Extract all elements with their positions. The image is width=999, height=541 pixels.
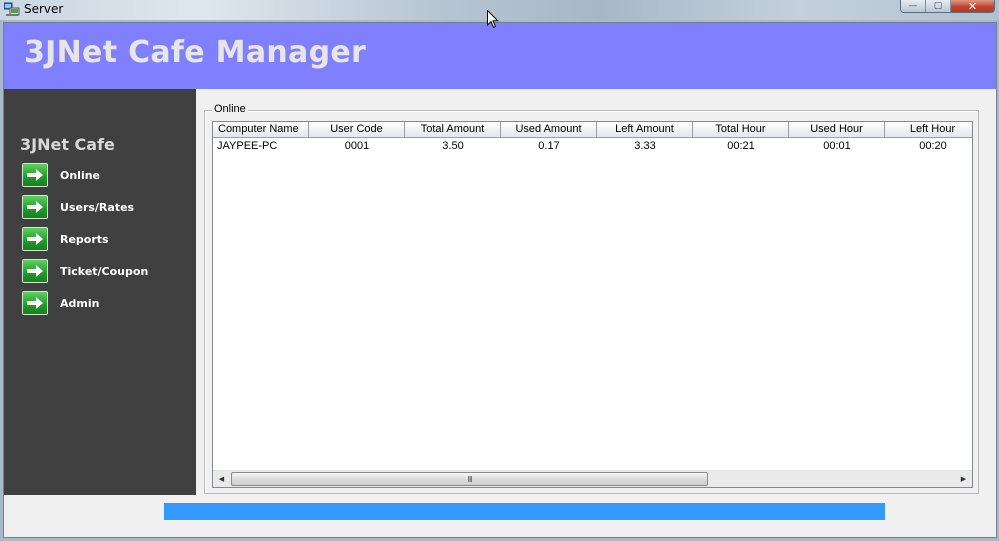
grip-icon: III	[467, 474, 472, 484]
cell-total-hour: 00:21	[727, 140, 755, 152]
minimize-icon: —	[908, 0, 918, 11]
window-titlebar[interactable]: Server — ▢ ✕	[0, 0, 999, 20]
online-sessions-table[interactable]: Computer Name User Code Total Amount Use…	[212, 121, 973, 488]
sidebar-item-label[interactable]: Online	[60, 169, 100, 182]
progress-bar	[164, 503, 885, 520]
sidebar-item-label[interactable]: Ticket/Coupon	[60, 265, 148, 278]
column-header-used-hour[interactable]: Used Hour	[789, 122, 885, 138]
sidebar-title: 3JNet Cafe	[20, 135, 115, 154]
green-arrow-right-icon[interactable]	[22, 291, 48, 315]
column-header-computer-name[interactable]: Computer Name	[213, 122, 309, 138]
cell-used-hour: 00:01	[823, 140, 851, 152]
column-header-total-hour[interactable]: Total Hour	[693, 122, 789, 138]
green-arrow-right-icon[interactable]	[22, 259, 48, 283]
sidebar-item-admin[interactable]: Admin	[22, 290, 99, 316]
scroll-left-arrow-icon: ◀	[218, 475, 225, 483]
window-title: Server	[24, 2, 64, 16]
column-header-user-code[interactable]: User Code	[309, 122, 405, 138]
sidebar: 3JNet Cafe Online Users/Rates Reports Ti…	[4, 89, 196, 495]
window-client-area: 3JNet Cafe Manager 3JNet Cafe Online Use…	[3, 22, 997, 538]
green-arrow-right-icon[interactable]	[22, 163, 48, 187]
table-header: Computer Name User Code Total Amount Use…	[213, 122, 972, 138]
cell-total-amount: 3.50	[442, 140, 464, 152]
cell-used-amount: 0.17	[538, 140, 560, 152]
column-header-left-amount[interactable]: Left Amount	[597, 122, 693, 138]
online-groupbox: Online Computer Name User Code Total Amo…	[204, 103, 979, 494]
app-header: 3JNet Cafe Manager	[4, 23, 996, 89]
sidebar-item-label[interactable]: Reports	[60, 233, 109, 246]
sidebar-item-ticket-coupon[interactable]: Ticket/Coupon	[22, 258, 148, 284]
app-title: 3JNet Cafe Manager	[24, 35, 367, 70]
column-header-left-hour[interactable]: Left Hour	[885, 122, 972, 138]
close-icon: ✕	[967, 0, 978, 13]
minimize-button[interactable]: —	[901, 0, 926, 12]
sidebar-item-label[interactable]: Admin	[60, 297, 99, 310]
scroll-right-button[interactable]: ▶	[955, 471, 972, 487]
scrollbar-thumb[interactable]: III	[231, 472, 708, 486]
mouse-cursor-icon	[487, 9, 500, 30]
cell-computer-name: JAYPEE-PC	[217, 140, 278, 152]
groupbox-label: Online	[212, 103, 248, 115]
cell-left-amount: 3.33	[634, 140, 656, 152]
scroll-left-button[interactable]: ◀	[213, 471, 230, 487]
close-button[interactable]: ✕	[951, 0, 994, 12]
progress-fill	[164, 503, 885, 520]
table-row[interactable]: JAYPEE-PC 0001 3.50 0.17 3.33 00:21 00:0…	[213, 138, 972, 154]
server-computer-icon	[3, 2, 20, 17]
scroll-right-arrow-icon: ▶	[960, 475, 967, 483]
sidebar-item-users-rates[interactable]: Users/Rates	[22, 194, 134, 220]
maximize-button[interactable]: ▢	[926, 0, 951, 12]
green-arrow-right-icon[interactable]	[22, 195, 48, 219]
sidebar-item-online[interactable]: Online	[22, 162, 100, 188]
window-controls: — ▢ ✕	[900, 0, 995, 13]
green-arrow-right-icon[interactable]	[22, 227, 48, 251]
maximize-icon: ▢	[933, 0, 943, 11]
cell-user-code: 0001	[344, 140, 370, 152]
column-header-total-amount[interactable]: Total Amount	[405, 122, 501, 138]
column-header-used-amount[interactable]: Used Amount	[501, 122, 597, 138]
sidebar-item-label[interactable]: Users/Rates	[60, 201, 134, 214]
cell-left-hour: 00:20	[919, 140, 947, 152]
horizontal-scrollbar[interactable]: ◀ III ▶	[213, 470, 972, 487]
sidebar-item-reports[interactable]: Reports	[22, 226, 109, 252]
